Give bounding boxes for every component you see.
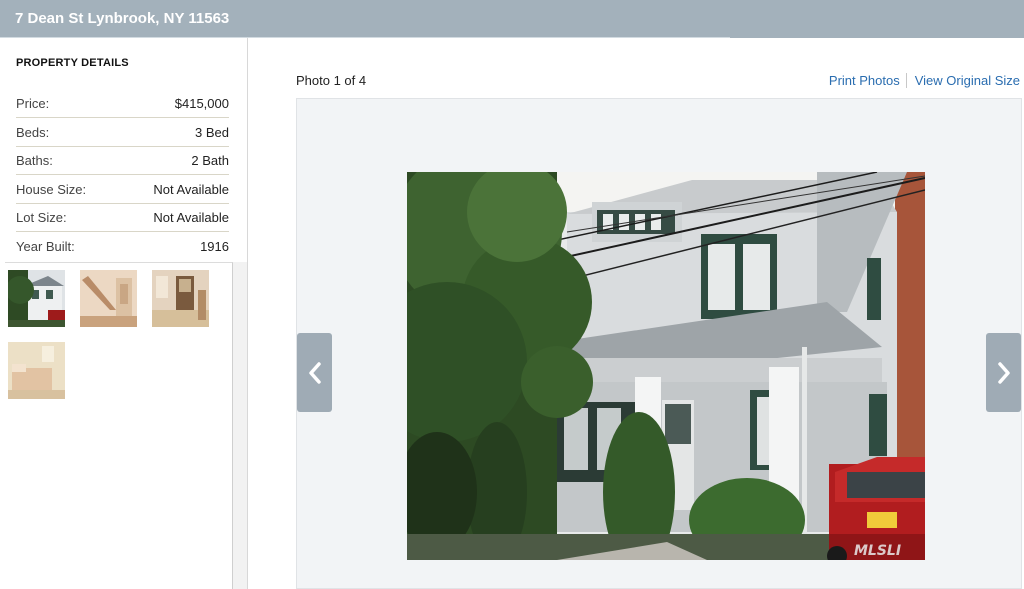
detail-label: House Size: <box>16 182 87 197</box>
print-photos-link[interactable]: Print Photos <box>829 73 900 88</box>
thumbnail-scrollbar[interactable] <box>233 262 247 589</box>
detail-label: Baths: <box>16 153 53 168</box>
detail-label: Beds: <box>16 125 50 140</box>
page-title-bar: 7 Dean St Lynbrook, NY 11563 <box>0 0 1024 38</box>
mls-watermark: MLSLI <box>854 543 901 559</box>
chevron-left-icon <box>309 362 321 384</box>
detail-label: Lot Size: <box>16 210 67 225</box>
thumbnail-house-exterior[interactable] <box>8 270 65 327</box>
previous-photo-button[interactable] <box>297 333 332 412</box>
detail-value: 2 Bath <box>191 153 229 168</box>
thumbnail-interior-staircase[interactable] <box>80 270 137 327</box>
detail-row-lot-size: Lot Size: Not Available <box>16 203 229 232</box>
property-details-heading: PROPERTY DETAILS <box>16 57 129 69</box>
link-divider <box>905 73 907 88</box>
thumbnail-bedroom[interactable] <box>8 342 65 399</box>
detail-value: Not Available <box>153 210 229 225</box>
sidebar: PROPERTY DETAILS Price: $415,000 Beds: 3… <box>5 38 248 589</box>
detail-value: Not Available <box>153 182 229 197</box>
chevron-right-icon <box>998 362 1010 384</box>
detail-row-price: Price: $415,000 <box>16 89 229 118</box>
detail-value: 1916 <box>200 239 229 254</box>
photo-links: Print Photos View Original Size <box>829 73 1020 88</box>
photo-counter: Photo 1 of 4 <box>296 73 367 88</box>
detail-row-beds: Beds: 3 Bed <box>16 118 229 147</box>
property-address-title: 7 Dean St Lynbrook, NY 11563 <box>15 10 230 27</box>
thumbnail-interior-room[interactable] <box>152 270 209 327</box>
next-photo-button[interactable] <box>986 333 1021 412</box>
thumbnail-panel <box>5 262 233 589</box>
photo-viewer: MLSLI <box>296 98 1022 589</box>
detail-row-year-built: Year Built: 1916 <box>16 232 229 261</box>
detail-label: Year Built: <box>16 239 75 254</box>
detail-value: 3 Bed <box>195 125 229 140</box>
detail-value: $415,000 <box>174 96 229 111</box>
detail-label: Price: <box>16 96 50 111</box>
detail-row-house-size: House Size: Not Available <box>16 175 229 204</box>
detail-row-baths: Baths: 2 Bath <box>16 146 229 175</box>
view-original-size-link[interactable]: View Original Size <box>915 73 1020 88</box>
main-photo[interactable]: MLSLI <box>407 172 925 560</box>
